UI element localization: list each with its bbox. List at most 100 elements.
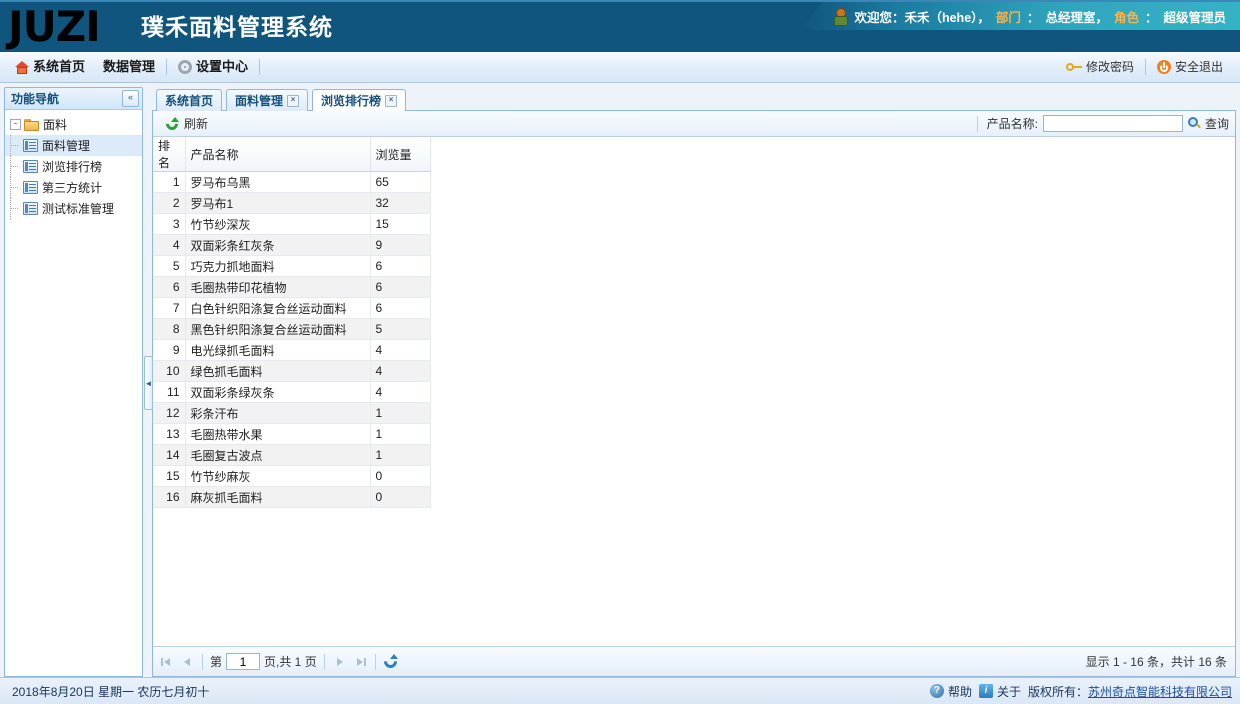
cell-product-name: 罗马布乌黑 [185, 171, 371, 193]
sidebar-collapse-button[interactable]: « [122, 90, 139, 107]
folder-icon [24, 118, 39, 131]
cell-views: 15 [370, 213, 431, 235]
cell-views: 1 [370, 423, 431, 445]
welcome-role-sep: ： [1144, 10, 1158, 25]
tab-view-ranking-label: 浏览排行榜 [321, 94, 382, 108]
table-row[interactable]: 11 双面彩条绿灰条 4 [153, 381, 431, 403]
tree-guide-line [10, 177, 23, 198]
sidebar-item-fabric-management[interactable]: 面料管理 [5, 135, 142, 156]
column-header-rank[interactable]: 排名 [153, 137, 186, 172]
table-header: 排名 产品名称 浏览量 [153, 137, 431, 172]
tab-bar: 系统首页 面料管理 × 浏览排行榜 × [152, 87, 1236, 111]
query-button[interactable]: 查询 [1187, 115, 1229, 132]
table-row[interactable]: 1 罗马布乌黑 65 [153, 171, 431, 193]
welcome-role-label: 角色 [1113, 10, 1139, 25]
cell-rank: 9 [153, 339, 186, 361]
sidebar-item-view-ranking[interactable]: 浏览排行榜 [5, 156, 142, 177]
help-button[interactable]: ? 帮助 [929, 683, 972, 700]
sidebar-item-test-standard-management[interactable]: 测试标准管理 [5, 198, 142, 219]
table-row[interactable]: 4 双面彩条红灰条 9 [153, 234, 431, 256]
about-button[interactable]: i 关于 [978, 683, 1021, 700]
table-row[interactable]: 6 毛圈热带印花植物 6 [153, 276, 431, 298]
navigation-tree: - 面料 面料管理 浏览排行榜 第三方统计 测试标准管理 [5, 110, 142, 219]
info-icon: i [978, 684, 993, 698]
menu-item-settings[interactable]: 设置中心 [169, 56, 257, 78]
copyright-prefix: 版权所有： [1027, 684, 1088, 699]
next-page-icon[interactable] [332, 654, 348, 670]
page-prefix-label: 第 [210, 655, 223, 669]
table-row[interactable]: 8 黑色针织阳涤复合丝运动面料 5 [153, 318, 431, 340]
key-icon [1065, 61, 1082, 74]
splitter-handle[interactable]: ◄ [144, 356, 153, 410]
table-row[interactable]: 9 电光绿抓毛面料 4 [153, 339, 431, 361]
sidebar-item-third-party-stats[interactable]: 第三方统计 [5, 177, 142, 198]
cell-views: 9 [370, 234, 431, 256]
table-row[interactable]: 2 罗马布1 32 [153, 192, 431, 214]
search-input[interactable] [1042, 115, 1183, 132]
cell-product-name: 竹节纱深灰 [185, 213, 371, 235]
table-row[interactable]: 10 绿色抓毛面料 4 [153, 360, 431, 382]
company-link[interactable]: 苏州奇点智能科技有限公司 [1088, 685, 1232, 699]
refresh-button[interactable]: 刷新 [161, 114, 212, 134]
table-row[interactable]: 3 竹节纱深灰 15 [153, 213, 431, 235]
menu-item-home[interactable]: 系统首页 [6, 56, 94, 78]
table-row[interactable]: 12 彩条汗布 1 [153, 402, 431, 424]
tree-guide-line [10, 156, 23, 177]
close-icon[interactable]: × [287, 94, 300, 107]
cell-product-name: 麻灰抓毛面料 [185, 486, 371, 508]
tree-node-fabric-root[interactable]: - 面料 [5, 114, 142, 135]
search-label: 产品名称: [986, 117, 1038, 131]
query-button-label: 查询 [1204, 117, 1229, 131]
cell-views: 5 [370, 318, 431, 340]
cell-views: 1 [370, 444, 431, 466]
cell-rank: 1 [153, 171, 186, 193]
menu-item-home-label: 系统首页 [33, 59, 86, 74]
tab-view-ranking[interactable]: 浏览排行榜 × [312, 89, 407, 111]
last-page-icon[interactable] [352, 654, 368, 670]
cell-product-name: 电光绿抓毛面料 [185, 339, 371, 361]
change-password-label: 修改密码 [1085, 60, 1134, 74]
pagination-controls: 第 页,共 1 页 [159, 653, 398, 670]
data-grid-area[interactable]: 排名 产品名称 浏览量 1 罗马布乌黑 65 2 罗马布1 32 3 竹节纱深灰 15 4 双面彩条… [153, 137, 1235, 646]
menu-divider-2 [259, 59, 261, 75]
sidebar-header: 功能导航 « [5, 88, 142, 110]
prev-page-icon[interactable] [179, 654, 195, 670]
document-icon [23, 160, 38, 173]
pager-refresh-icon[interactable] [383, 654, 398, 669]
document-icon [23, 139, 38, 152]
main-content: 系统首页 面料管理 × 浏览排行榜 × 刷新 产品名称: 查询 排名 产品名称 … [152, 87, 1236, 677]
table-row[interactable]: 13 毛圈热带水果 1 [153, 423, 431, 445]
first-page-icon[interactable] [159, 654, 175, 670]
expander-icon[interactable]: - [10, 119, 21, 130]
app-title: 璞禾面料管理系统 [141, 14, 333, 40]
tab-fabric-management[interactable]: 面料管理 × [226, 89, 309, 111]
table-row[interactable]: 5 巧克力抓地面料 6 [153, 255, 431, 277]
table-row[interactable]: 15 竹节纱麻灰 0 [153, 465, 431, 487]
search-area: 产品名称: 查询 [976, 115, 1229, 132]
page-number-input[interactable] [226, 653, 261, 670]
logout-button[interactable]: 安全退出 [1148, 56, 1232, 78]
document-icon [23, 202, 38, 215]
table-row[interactable]: 7 白色针织阳涤复合丝运动面料 6 [153, 297, 431, 319]
welcome-greeting: 欢迎您：禾禾（hehe）， [854, 10, 990, 25]
cell-product-name: 双面彩条绿灰条 [185, 381, 371, 403]
column-header-views[interactable]: 浏览量 [370, 137, 431, 172]
tab-home[interactable]: 系统首页 [156, 89, 223, 111]
table-row[interactable]: 14 毛圈复古波点 1 [153, 444, 431, 466]
cell-views: 4 [370, 381, 431, 403]
refresh-icon [165, 116, 179, 131]
change-password-button[interactable]: 修改密码 [1057, 56, 1143, 78]
user-icon [834, 8, 849, 26]
close-icon[interactable]: × [385, 94, 398, 107]
menu-item-data[interactable]: 数据管理 [94, 56, 164, 78]
cell-rank: 12 [153, 402, 186, 424]
welcome-dept-sep: ： [1026, 10, 1040, 25]
cell-rank: 6 [153, 276, 186, 298]
table-row[interactable]: 16 麻灰抓毛面料 0 [153, 486, 431, 508]
column-header-product-name[interactable]: 产品名称 [185, 137, 371, 172]
cell-rank: 15 [153, 465, 186, 487]
cell-rank: 5 [153, 255, 186, 277]
pager-divider-3 [374, 653, 376, 670]
cell-views: 6 [370, 297, 431, 319]
panel-splitter[interactable]: ◄ [143, 87, 153, 677]
